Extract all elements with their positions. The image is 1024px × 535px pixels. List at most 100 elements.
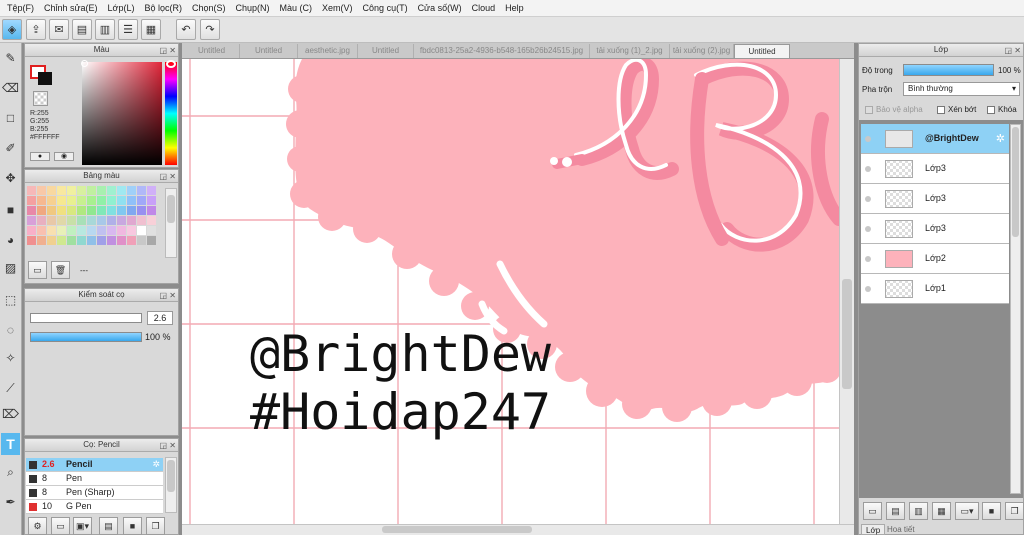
canvas-text-brightdew[interactable]: @BrightDew bbox=[250, 325, 552, 383]
panel-buttons-icon[interactable]: ◲ ✕ bbox=[160, 45, 176, 57]
menu-item[interactable]: Chụp(N) bbox=[231, 3, 275, 13]
color-swatch[interactable] bbox=[27, 186, 36, 195]
undo-icon[interactable]: ↶ bbox=[176, 19, 196, 40]
palette-scrollbar[interactable] bbox=[165, 188, 177, 258]
brush-tool-icon[interactable]: ✎ bbox=[1, 47, 20, 69]
color-swatch[interactable] bbox=[77, 196, 86, 205]
brush-item[interactable]: 10 G Pen bbox=[26, 500, 163, 514]
new-layer-doc-icon[interactable]: ▤ bbox=[886, 502, 905, 520]
color-mode-button[interactable]: ● bbox=[30, 152, 50, 161]
magic-wand-tool-icon[interactable]: ✧ bbox=[1, 347, 20, 369]
color-swatch[interactable] bbox=[97, 216, 106, 225]
color-swatch[interactable] bbox=[77, 236, 86, 245]
eye-icon[interactable] bbox=[865, 286, 871, 292]
layer-item[interactable]: Lớp1 bbox=[861, 274, 1009, 304]
lasso-tool-icon[interactable]: ◌ bbox=[1, 319, 20, 341]
tab-layers[interactable]: Lớp bbox=[861, 524, 886, 535]
color-swatch[interactable] bbox=[147, 226, 156, 235]
color-swatch[interactable] bbox=[97, 196, 106, 205]
color-sample-button[interactable]: ◉ bbox=[54, 152, 74, 161]
document-icon[interactable]: ▥ bbox=[95, 19, 115, 40]
brush-size-slider[interactable] bbox=[30, 313, 142, 323]
panel-buttons-icon[interactable]: ◲ ✕ bbox=[160, 290, 176, 302]
merge-layer-icon[interactable]: ▦ bbox=[932, 502, 951, 520]
menu-item[interactable]: Cửa số(W) bbox=[413, 3, 467, 13]
color-swatch[interactable] bbox=[37, 216, 46, 225]
gradient-tool-icon[interactable]: ▨ bbox=[1, 257, 20, 279]
copy-layer-icon[interactable]: ▥ bbox=[909, 502, 928, 520]
canvas-vertical-scrollbar[interactable] bbox=[839, 59, 854, 524]
redo-icon[interactable]: ↷ bbox=[200, 19, 220, 40]
panel-buttons-icon[interactable]: ◲ ✕ bbox=[160, 171, 176, 183]
bucket-tool-icon[interactable]: ◕ bbox=[1, 229, 20, 251]
color-swatch[interactable] bbox=[127, 186, 136, 195]
color-swatch[interactable] bbox=[67, 206, 76, 215]
grid-icon[interactable]: ▦ bbox=[141, 19, 161, 40]
color-swatch[interactable] bbox=[47, 236, 56, 245]
layer-menu-icon[interactable]: ▭▾ bbox=[955, 502, 979, 520]
color-swatch[interactable] bbox=[57, 186, 66, 195]
color-swatch[interactable] bbox=[37, 196, 46, 205]
color-swatch[interactable] bbox=[147, 216, 156, 225]
color-swatch[interactable] bbox=[77, 206, 86, 215]
protect-alpha-checkbox[interactable]: Bảo vệ alpha bbox=[865, 105, 923, 114]
new-brush-icon[interactable]: ▭ bbox=[51, 517, 70, 535]
color-swatch[interactable] bbox=[87, 226, 96, 235]
text-tool-icon[interactable]: T bbox=[1, 433, 20, 455]
color-swatch[interactable] bbox=[77, 186, 86, 195]
color-swatch[interactable] bbox=[97, 206, 106, 215]
color-swatch[interactable] bbox=[67, 196, 76, 205]
color-swatch[interactable] bbox=[57, 206, 66, 215]
menu-item[interactable]: Cloud bbox=[467, 3, 501, 13]
color-swatch[interactable] bbox=[137, 226, 146, 235]
eye-icon[interactable] bbox=[865, 226, 871, 232]
menu-item[interactable]: Màu (C) bbox=[275, 3, 318, 13]
color-swatch[interactable] bbox=[27, 226, 36, 235]
new-layer-icon[interactable]: ▭ bbox=[863, 502, 882, 520]
drawing-canvas[interactable]: @BrightDew #Hoidap247 bbox=[182, 59, 839, 524]
select-pen-tool-icon[interactable]: ⟋ bbox=[1, 377, 20, 399]
menu-item[interactable]: Tệp(F) bbox=[2, 3, 39, 13]
delete-swatch-icon[interactable]: 🗑 bbox=[51, 261, 70, 279]
color-swatch[interactable] bbox=[127, 226, 136, 235]
canvas-horizontal-scrollbar[interactable] bbox=[182, 524, 854, 535]
color-swatch[interactable] bbox=[147, 206, 156, 215]
color-swatch[interactable] bbox=[127, 196, 136, 205]
brush-settings-icon[interactable]: ⚙ bbox=[28, 517, 47, 535]
gear-icon[interactable]: ✲ bbox=[996, 132, 1005, 145]
message-icon[interactable]: ▤ bbox=[72, 19, 92, 40]
color-swatch[interactable] bbox=[87, 236, 96, 245]
menu-item[interactable]: Chọn(S) bbox=[187, 3, 231, 13]
color-swatch[interactable] bbox=[107, 216, 116, 225]
color-swatch[interactable] bbox=[67, 226, 76, 235]
zoom-tool-icon[interactable]: ⌕ bbox=[1, 461, 20, 483]
color-swatch[interactable] bbox=[67, 186, 76, 195]
document-tab[interactable]: tải xuống (2).jpg bbox=[670, 44, 734, 58]
color-swatch[interactable] bbox=[67, 216, 76, 225]
color-swatch[interactable] bbox=[37, 226, 46, 235]
color-swatch[interactable] bbox=[147, 196, 156, 205]
select-eraser-tool-icon[interactable]: ⌦ bbox=[1, 403, 20, 425]
color-swatch[interactable] bbox=[117, 206, 126, 215]
duplicate-icon[interactable]: ❐ bbox=[1005, 502, 1024, 520]
transparent-color-swatch[interactable] bbox=[33, 91, 48, 106]
panel-buttons-icon[interactable]: ◲ ✕ bbox=[160, 440, 176, 452]
document-tab[interactable]: Untitled bbox=[358, 44, 414, 58]
brush-item[interactable]: 2.6 Pencil ✲ bbox=[26, 458, 163, 472]
color-swatch[interactable] bbox=[57, 226, 66, 235]
color-swatch[interactable] bbox=[27, 216, 36, 225]
color-swatch[interactable] bbox=[117, 226, 126, 235]
fill-rect-tool-icon[interactable]: ■ bbox=[1, 199, 20, 221]
color-swatch[interactable] bbox=[57, 196, 66, 205]
color-swatch[interactable] bbox=[137, 216, 146, 225]
color-swatch[interactable] bbox=[87, 186, 96, 195]
rect-select-tool-icon[interactable]: □ bbox=[1, 107, 20, 129]
color-swatch[interactable] bbox=[137, 236, 146, 245]
color-swatch[interactable] bbox=[117, 236, 126, 245]
layer-opacity-slider[interactable] bbox=[903, 64, 994, 76]
eyedropper-tool-icon[interactable]: ✒ bbox=[1, 491, 20, 513]
color-swatch[interactable] bbox=[37, 206, 46, 215]
layer-item[interactable]: Lớp3 bbox=[861, 214, 1009, 244]
color-swatch[interactable] bbox=[127, 216, 136, 225]
color-swatch[interactable] bbox=[37, 186, 46, 195]
